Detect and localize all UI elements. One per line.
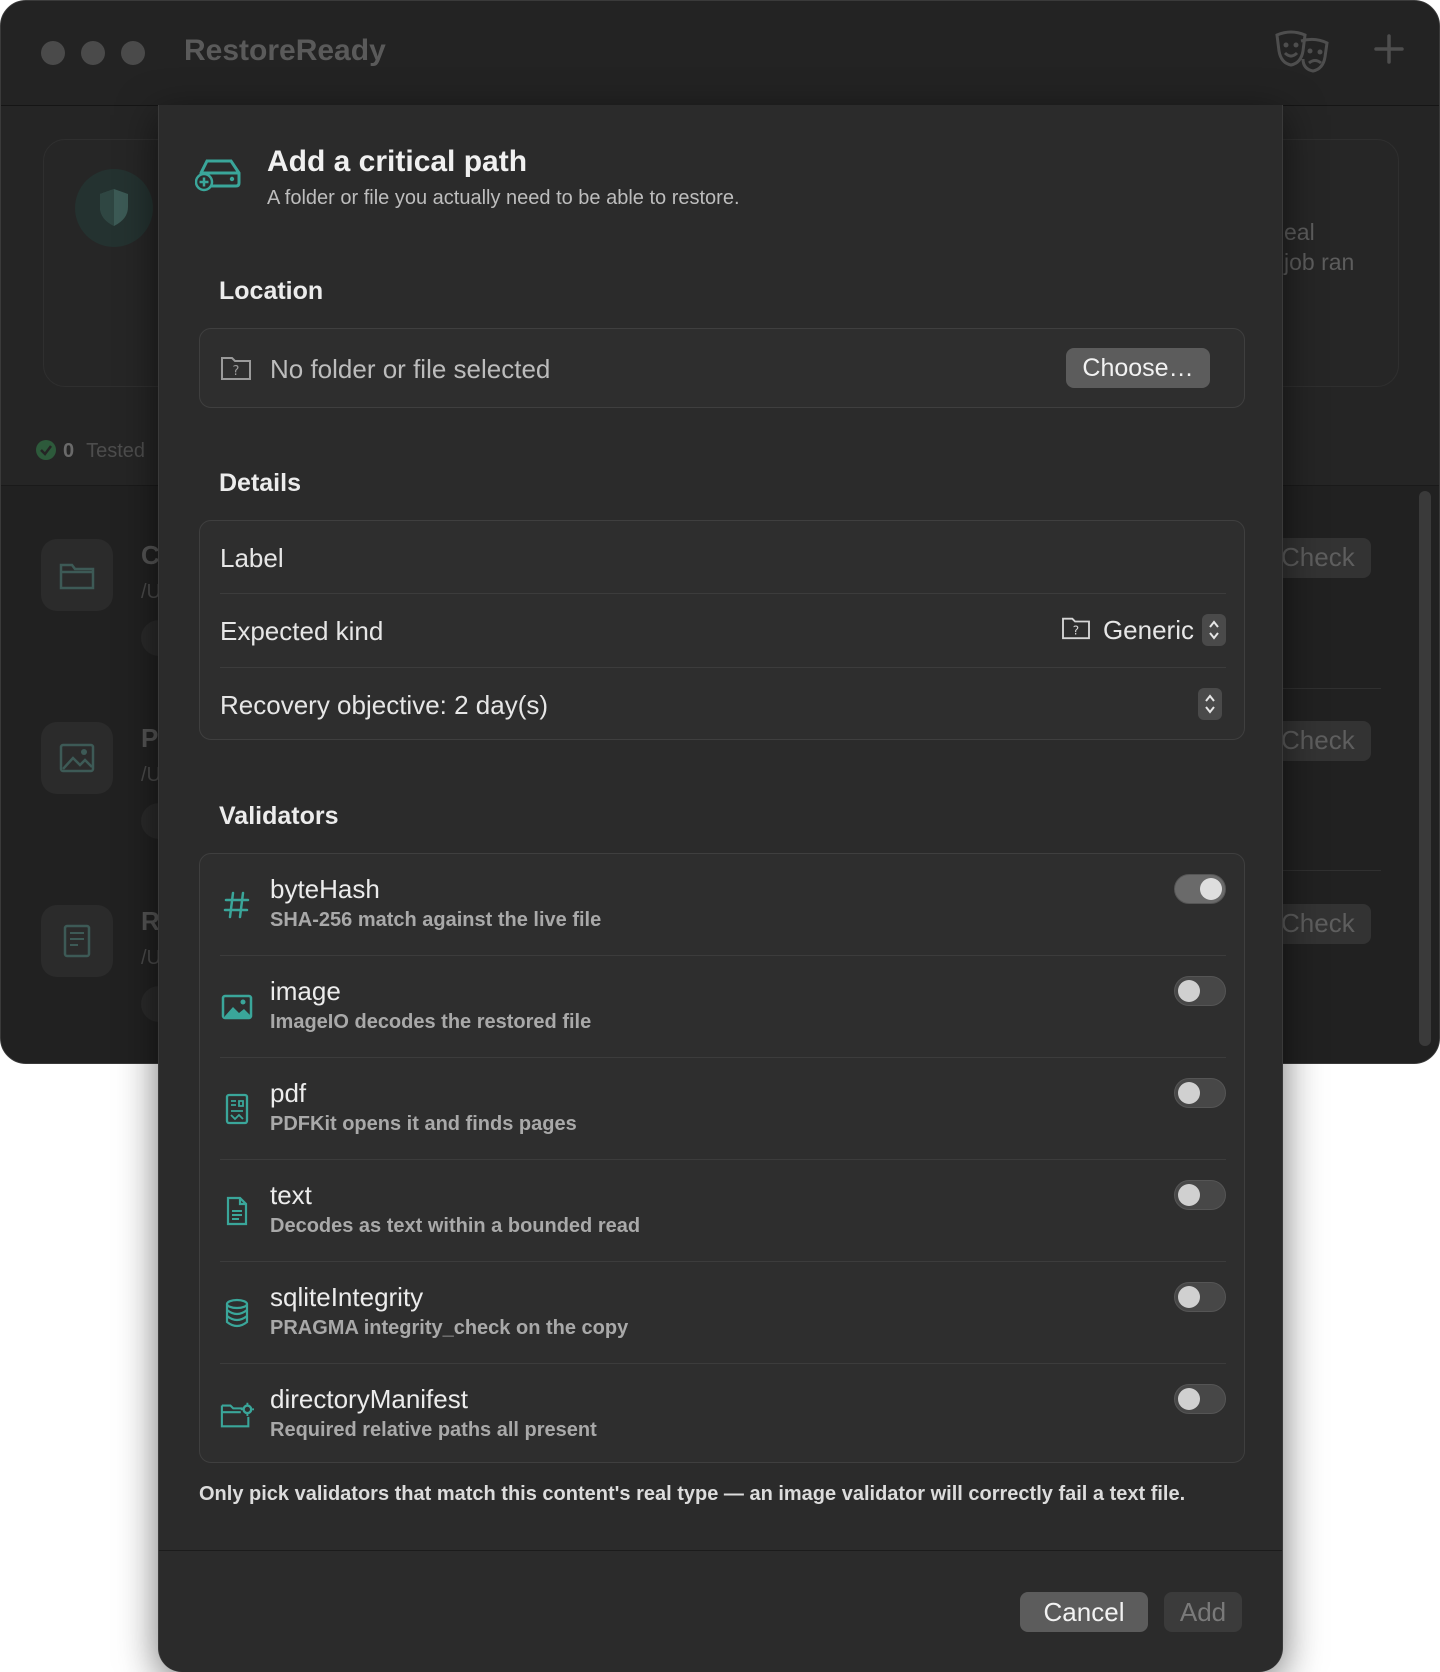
tested-count: 0 [63, 440, 75, 462]
scrollbar[interactable] [1419, 491, 1431, 1046]
summary-text-line2: job ran [1284, 249, 1355, 275]
tested-stat: 0 Tested [35, 439, 145, 463]
add-icon[interactable] [1373, 33, 1405, 70]
photo-icon [220, 990, 254, 1024]
validator-description: PDFKit opens it and finds pages [270, 1113, 577, 1135]
tested-label: Tested [86, 440, 146, 462]
validator-description: Decodes as text within a bounded read [270, 1215, 641, 1237]
pdf-icon [220, 1092, 254, 1126]
row-title: R [141, 906, 160, 936]
label-field[interactable]: Label [220, 521, 1226, 595]
validator-name: pdf [270, 1078, 307, 1108]
row-title: P [141, 723, 159, 753]
zoom-window-button[interactable] [121, 41, 145, 65]
check-button[interactable]: Check [1271, 538, 1371, 578]
validator-name: image [270, 976, 341, 1006]
validator-row-pdf: pdf PDFKit opens it and finds pages [200, 1058, 1246, 1160]
validator-row-sqliteintegrity: sqliteIntegrity PRAGMA integrity_check o… [200, 1262, 1246, 1364]
svg-text:?: ? [233, 364, 240, 379]
text-toggle[interactable] [1174, 1180, 1226, 1210]
recovery-objective-row: Recovery objective: 2 day(s) [220, 668, 1226, 742]
recovery-objective-label: Recovery objective: 2 day(s) [220, 690, 549, 720]
row-separator [1271, 870, 1381, 871]
add-button[interactable]: Add [1164, 1592, 1242, 1632]
title-bar: RestoreReady [1, 1, 1439, 106]
add-drive-icon [194, 155, 245, 198]
expected-kind-value: Generic [1102, 614, 1194, 645]
check-button[interactable]: Check [1271, 904, 1371, 944]
validator-name: text [270, 1180, 312, 1210]
add-path-sheet: Add a critical path A folder or file you… [158, 105, 1283, 1672]
bytehash-toggle[interactable] [1174, 874, 1226, 904]
validator-description: SHA-256 match against the live file [270, 909, 602, 931]
choose-button[interactable]: Choose… [1066, 348, 1210, 388]
validator-name: directoryManifest [270, 1384, 468, 1414]
recovery-stepper[interactable] [1198, 688, 1222, 720]
validator-description: Required relative paths all present [270, 1419, 597, 1441]
hash-icon [220, 888, 254, 922]
sqliteintegrity-toggle[interactable] [1174, 1282, 1226, 1312]
close-window-button[interactable] [41, 41, 65, 65]
svg-text:?: ? [1073, 623, 1079, 637]
validator-description: ImageIO decodes the restored file [270, 1011, 592, 1033]
folder-icon [41, 539, 113, 611]
footer-separator [159, 1550, 1282, 1551]
cancel-button[interactable]: Cancel [1020, 1592, 1148, 1632]
validator-row-text: text Decodes as text within a bounded re… [200, 1160, 1246, 1262]
row-title: C [141, 540, 160, 570]
unknown-folder-icon: ? [220, 354, 252, 387]
location-group: ? No folder or file selected Choose… [199, 328, 1245, 408]
validator-description: PRAGMA integrity_check on the copy [270, 1317, 629, 1339]
summary-text-line1: eal [1284, 219, 1315, 245]
app-title: RestoreReady [184, 34, 386, 67]
validators-footnote: Only pick validators that match this con… [199, 1483, 1186, 1505]
validators-section-title: Validators [219, 802, 339, 830]
validators-group: byteHash SHA-256 match against the live … [199, 853, 1245, 1463]
row-separator [1271, 688, 1381, 689]
expected-kind-picker[interactable]: ? Generic [1061, 612, 1226, 648]
image-toggle[interactable] [1174, 976, 1226, 1006]
label-field-placeholder: Label [220, 543, 284, 573]
photo-icon [41, 722, 113, 794]
sheet-subtitle: A folder or file you actually need to be… [267, 187, 740, 209]
unknown-folder-icon: ? [1061, 615, 1091, 646]
chevron-up-down-icon[interactable] [1202, 614, 1226, 646]
details-group: Label Expected kind ? Generic Recovery o… [199, 520, 1245, 740]
location-section-title: Location [219, 277, 324, 305]
sheet-title: Add a critical path [267, 145, 528, 178]
expected-kind-label: Expected kind [220, 616, 384, 646]
check-seal-icon [36, 440, 56, 460]
shield-icon [75, 169, 153, 247]
theater-masks-icon[interactable] [1273, 29, 1331, 78]
validator-row-image: image ImageIO decodes the restored file [200, 956, 1246, 1058]
document-icon [41, 905, 113, 977]
expected-kind-row: Expected kind ? Generic [220, 594, 1226, 668]
validator-name: sqliteIntegrity [270, 1282, 424, 1312]
minimize-window-button[interactable] [81, 41, 105, 65]
database-icon [220, 1296, 254, 1330]
validator-name: byteHash [270, 874, 380, 904]
location-placeholder: No folder or file selected [270, 354, 551, 384]
validator-row-bytehash: byteHash SHA-256 match against the live … [200, 854, 1246, 956]
folder-gear-icon [220, 1398, 254, 1432]
pdf-toggle[interactable] [1174, 1078, 1226, 1108]
text-document-icon [220, 1194, 254, 1228]
directorymanifest-toggle[interactable] [1174, 1384, 1226, 1414]
details-section-title: Details [219, 469, 301, 497]
validator-row-directorymanifest: directoryManifest Required relative path… [200, 1364, 1246, 1466]
check-button[interactable]: Check [1271, 721, 1371, 761]
